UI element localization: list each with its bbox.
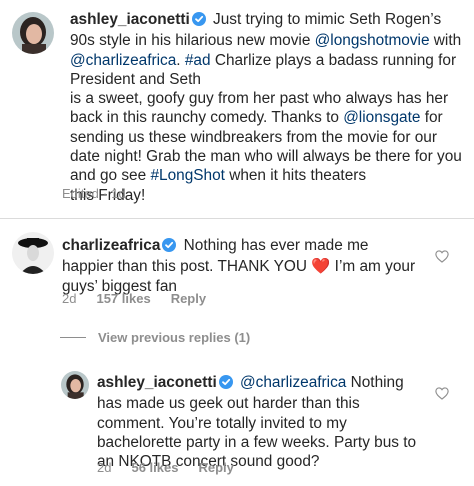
post-caption: ashley_iaconetti Just trying to mimic Se…	[70, 10, 468, 205]
heart-icon[interactable]	[435, 250, 449, 268]
heart-icon[interactable]	[435, 387, 449, 405]
reply-time[interactable]: 2d	[97, 460, 111, 475]
avatar-image	[61, 371, 89, 399]
comment-charlize: charlizeafrica Nothing has ever made me …	[62, 236, 416, 296]
verified-badge-icon	[218, 375, 233, 394]
reply-ashley: ashley_iaconetti @charlizeafrica Nothing…	[97, 373, 417, 471]
mention-charlizeafrica[interactable]: @charlizeafrica	[240, 374, 346, 391]
replies-line	[60, 337, 86, 338]
reply-button[interactable]: Reply	[198, 460, 233, 475]
comment-username[interactable]: charlizeafrica	[62, 237, 160, 254]
reply-username[interactable]: ashley_iaconetti	[97, 374, 217, 391]
reply-meta: 2d 56 likes Reply	[97, 460, 254, 475]
avatar-ashley-reply[interactable]	[61, 371, 89, 399]
avatar-ashley[interactable]	[12, 12, 54, 54]
avatar-image	[12, 232, 54, 274]
hashtag-ad[interactable]: #ad	[185, 52, 211, 69]
mention-charlizeafrica[interactable]: @charlizeafrica	[70, 52, 176, 69]
view-previous-replies[interactable]: View previous replies (1)	[60, 330, 250, 345]
comment-likes[interactable]: 157 likes	[96, 291, 150, 306]
avatar-image	[12, 12, 54, 54]
reply-likes[interactable]: 56 likes	[131, 460, 178, 475]
comment-time[interactable]: 2d	[62, 291, 76, 306]
view-replies-label: View previous replies (1)	[98, 330, 251, 345]
caption-text: with	[429, 32, 462, 50]
divider	[0, 218, 474, 219]
verified-badge-icon	[191, 12, 206, 31]
edited-label: Edited	[62, 186, 99, 201]
verified-badge-icon	[162, 238, 177, 257]
hashtag-longshot[interactable]: #LongShot	[150, 167, 224, 184]
caption-meta: Edited · 1d	[62, 186, 146, 201]
meta-dot: ·	[102, 186, 108, 201]
caption-time[interactable]: 1d	[111, 186, 125, 201]
avatar-charlizeafrica[interactable]	[12, 232, 54, 274]
caption-text: when it hits theaters	[224, 167, 367, 185]
mention-lionsgate[interactable]: @lionsgate	[343, 109, 420, 126]
reply-button[interactable]: Reply	[171, 291, 206, 306]
caption-username[interactable]: ashley_iaconetti	[70, 11, 190, 28]
comment-meta: 2d 157 likes Reply	[62, 291, 226, 306]
heart-emoji: ❤️	[311, 258, 331, 276]
mention-longshotmovie[interactable]: @longshotmovie	[315, 32, 430, 49]
caption-text: .	[176, 51, 185, 69]
